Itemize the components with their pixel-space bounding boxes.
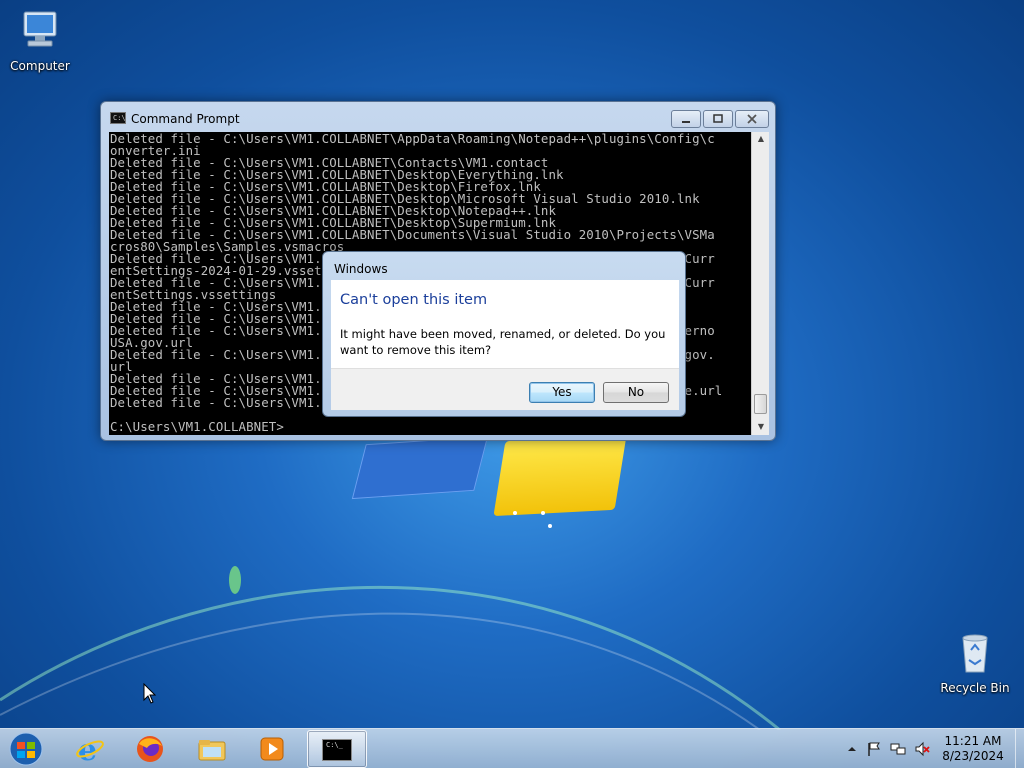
maximize-button[interactable] <box>703 110 733 128</box>
cant-open-dialog[interactable]: Windows Can't open this item It might ha… <box>322 251 686 417</box>
computer-desktop-icon[interactable]: Computer <box>0 8 80 73</box>
volume-muted-icon[interactable] <box>914 741 930 757</box>
recycle-bin-label: Recycle Bin <box>940 681 1010 695</box>
windows-logo-wallpaper <box>351 434 627 543</box>
firefox-icon <box>137 736 163 762</box>
scroll-up-icon[interactable]: ▲ <box>756 134 766 144</box>
close-icon <box>747 114 757 124</box>
taskbar-firefox[interactable] <box>123 731 177 767</box>
console-line: Deleted file - C:\Users\VM1.COLLABNET\Ap… <box>110 132 715 146</box>
network-icon[interactable] <box>890 741 906 757</box>
clock-date: 8/23/2024 <box>942 749 1004 763</box>
taskbar-command-prompt[interactable]: C:\_ <box>307 730 367 768</box>
dialog-footer: Yes No <box>331 368 679 410</box>
command-prompt-taskbar-icon: C:\_ <box>322 739 352 761</box>
show-hidden-icons-icon[interactable] <box>844 741 860 757</box>
show-desktop-button[interactable] <box>1015 729 1024 768</box>
taskbar-media-player[interactable] <box>245 731 299 767</box>
taskbar-internet-explorer[interactable]: e <box>63 731 117 767</box>
window-titlebar[interactable]: C:\ Command Prompt <box>101 102 775 132</box>
maximize-icon <box>713 114 723 123</box>
taskbar: e C:\_ 11:21 AM 8/23/2024 <box>0 728 1024 768</box>
windows-orb-icon <box>9 732 43 766</box>
sparkle-icon <box>513 511 552 528</box>
window-title: Command Prompt <box>131 112 240 126</box>
start-button[interactable] <box>6 731 46 767</box>
taskbar-windows-explorer[interactable] <box>185 731 239 767</box>
dialog-message: It might have been moved, renamed, or de… <box>340 327 666 357</box>
action-center-flag-icon[interactable] <box>866 741 882 757</box>
yes-button[interactable]: Yes <box>529 382 595 403</box>
computer-icon <box>23 11 57 47</box>
dialog-heading: Can't open this item <box>340 292 488 308</box>
folder-icon <box>198 740 226 761</box>
clock-time: 11:21 AM <box>944 734 1002 748</box>
scroll-down-icon[interactable]: ▼ <box>756 422 766 432</box>
no-button[interactable]: No <box>603 382 669 403</box>
console-line: C:\Users\VM1.COLLABNET> <box>110 419 284 434</box>
command-prompt-icon: C:\ <box>110 112 126 124</box>
console-glyph: C:\_ <box>326 741 343 749</box>
computer-label: Computer <box>10 59 70 73</box>
recycle-bin-desktop-icon[interactable]: Recycle Bin <box>935 630 1015 695</box>
vertical-scrollbar[interactable]: ▲ ▼ <box>751 132 769 435</box>
scrollbar-thumb[interactable] <box>754 394 767 414</box>
mouse-cursor-icon <box>143 683 157 704</box>
media-player-icon <box>260 737 284 761</box>
dialog-body: Can't open this item It might have been … <box>331 280 679 368</box>
recycle-bin-icon <box>962 634 988 673</box>
system-clock[interactable]: 11:21 AM 8/23/2024 <box>930 734 1016 764</box>
close-button[interactable] <box>735 110 769 128</box>
dialog-title: Windows <box>334 262 388 276</box>
minimize-icon <box>682 121 690 123</box>
minimize-button[interactable] <box>671 110 701 128</box>
internet-explorer-icon: e <box>76 734 104 764</box>
